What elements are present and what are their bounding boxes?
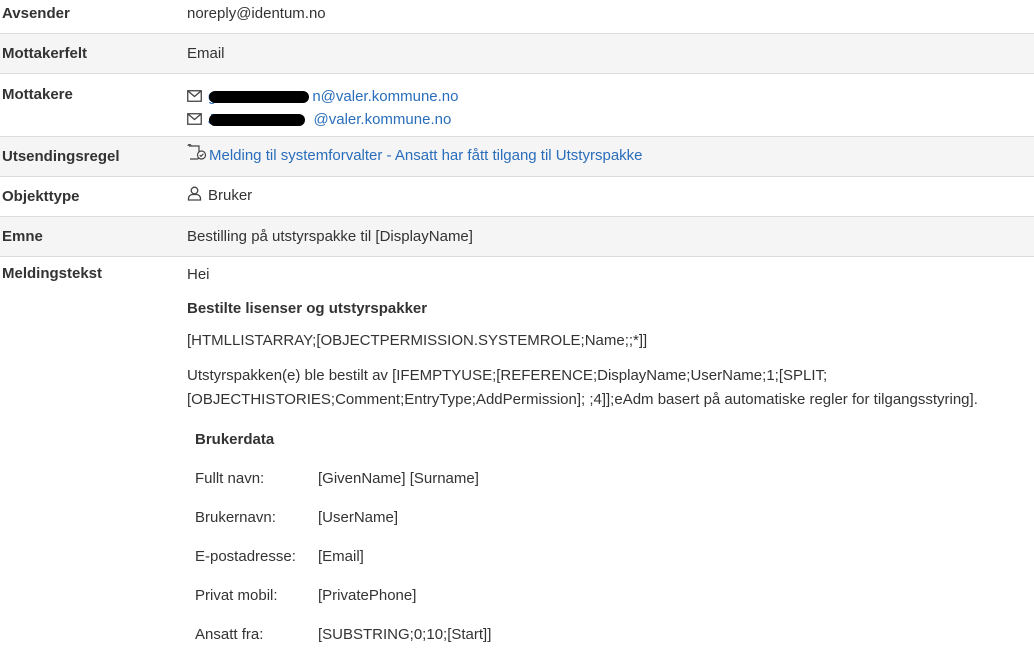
- envelope-icon: [187, 86, 202, 109]
- userdata-value: [GivenName] [Surname]: [318, 469, 479, 487]
- userdata-row: Ansatt fra: [SUBSTRING;0;10;[Start]]: [195, 615, 1034, 654]
- userdata-label: Brukernavn:: [195, 508, 276, 526]
- message-label: Meldingstekst: [2, 265, 103, 282]
- userdata-value: [SUBSTRING;0;10;[Start]]: [318, 625, 492, 643]
- sender-value: noreply@identum.no: [187, 5, 326, 22]
- recipient-field-value: Email: [187, 44, 225, 62]
- sender-row: Avsender noreply@identum.no: [0, 0, 1034, 34]
- redaction-mark: [209, 114, 305, 126]
- rule-scroll-icon: [187, 137, 207, 177]
- object-type-row: Objekttype Bruker: [0, 177, 1034, 217]
- object-type-label: Objekttype: [2, 187, 80, 205]
- message-description: Utstyrspakken(e) ble bestilt av [IFEMPTY…: [187, 364, 1034, 423]
- recipients-row: Mottakere gn@valer.kommune.no J@valer.ko…: [0, 74, 1034, 137]
- message-array-template: [HTMLLISTARRAY;[OBJECTPERMISSION.SYSTEMR…: [187, 332, 648, 349]
- recipient-field-row: Mottakerfelt Email: [0, 34, 1034, 74]
- recipient-item: gn@valer.kommune.no: [187, 85, 1034, 108]
- subject-label: Emne: [2, 227, 43, 245]
- envelope-icon: [187, 109, 202, 132]
- userdata-label: Ansatt fra:: [195, 625, 264, 643]
- userdata-label: Fullt navn:: [195, 469, 265, 487]
- message-description-line: [OBJECTHISTORIES;Comment;EntryType;AddPe…: [187, 391, 978, 408]
- userdata-value: [UserName]: [318, 508, 399, 526]
- recipient-item: J@valer.kommune.no: [187, 108, 1034, 131]
- userdata-label: Privat mobil:: [195, 586, 278, 604]
- message-row: Meldingstekst Hei Bestilte lisenser og u…: [0, 257, 1034, 654]
- userdata-row: Brukernavn: [UserName]: [195, 498, 1034, 537]
- rule-link[interactable]: Melding til systemforvalter - Ansatt har…: [209, 147, 643, 164]
- userdata-title: Brukerdata: [195, 431, 275, 448]
- subject-row: Emne Bestilling på utstyrspakke til [Dis…: [0, 217, 1034, 257]
- sender-label: Avsender: [2, 5, 70, 22]
- user-icon: [187, 177, 202, 217]
- rule-value: Melding til systemforvalter - Ansatt har…: [187, 136, 1034, 176]
- message-details: Avsender noreply@identum.no Mottakerfelt…: [0, 0, 1034, 654]
- redaction-mark: [209, 91, 309, 103]
- userdata-section: Brukerdata Fullt navn: [GivenName] [Surn…: [195, 429, 1034, 654]
- message-description-line: Utstyrspakken(e) ble bestilt av [IFEMPTY…: [187, 367, 828, 384]
- userdata-row: E-postadresse: [Email]: [195, 537, 1034, 576]
- message-body: Hei Bestilte lisenser og utstyrspakker […: [187, 257, 1034, 654]
- userdata-value: [Email]: [318, 547, 364, 565]
- subject-value: Bestilling på utstyrspakke til [DisplayN…: [187, 227, 473, 245]
- object-type-value: Bruker: [187, 176, 1034, 216]
- recipient-field-label: Mottakerfelt: [2, 44, 88, 62]
- message-heading: Bestilte lisenser og utstyrspakker: [187, 300, 428, 317]
- rule-label: Utsendingsregel: [2, 147, 120, 165]
- recipients-label: Mottakere: [2, 86, 73, 103]
- message-greeting: Hei: [187, 266, 210, 283]
- rule-row: Utsendingsregel Melding til systemforval…: [0, 137, 1034, 177]
- recipients-list: gn@valer.kommune.no J@valer.kommune.no: [187, 74, 1034, 131]
- userdata-label: E-postadresse:: [195, 547, 296, 565]
- object-type-text: Bruker: [208, 187, 253, 205]
- userdata-row: Privat mobil: [PrivatePhone]: [195, 576, 1034, 615]
- userdata-row: Fullt navn: [GivenName] [Surname]: [195, 459, 1034, 498]
- userdata-value: [PrivatePhone]: [318, 586, 417, 604]
